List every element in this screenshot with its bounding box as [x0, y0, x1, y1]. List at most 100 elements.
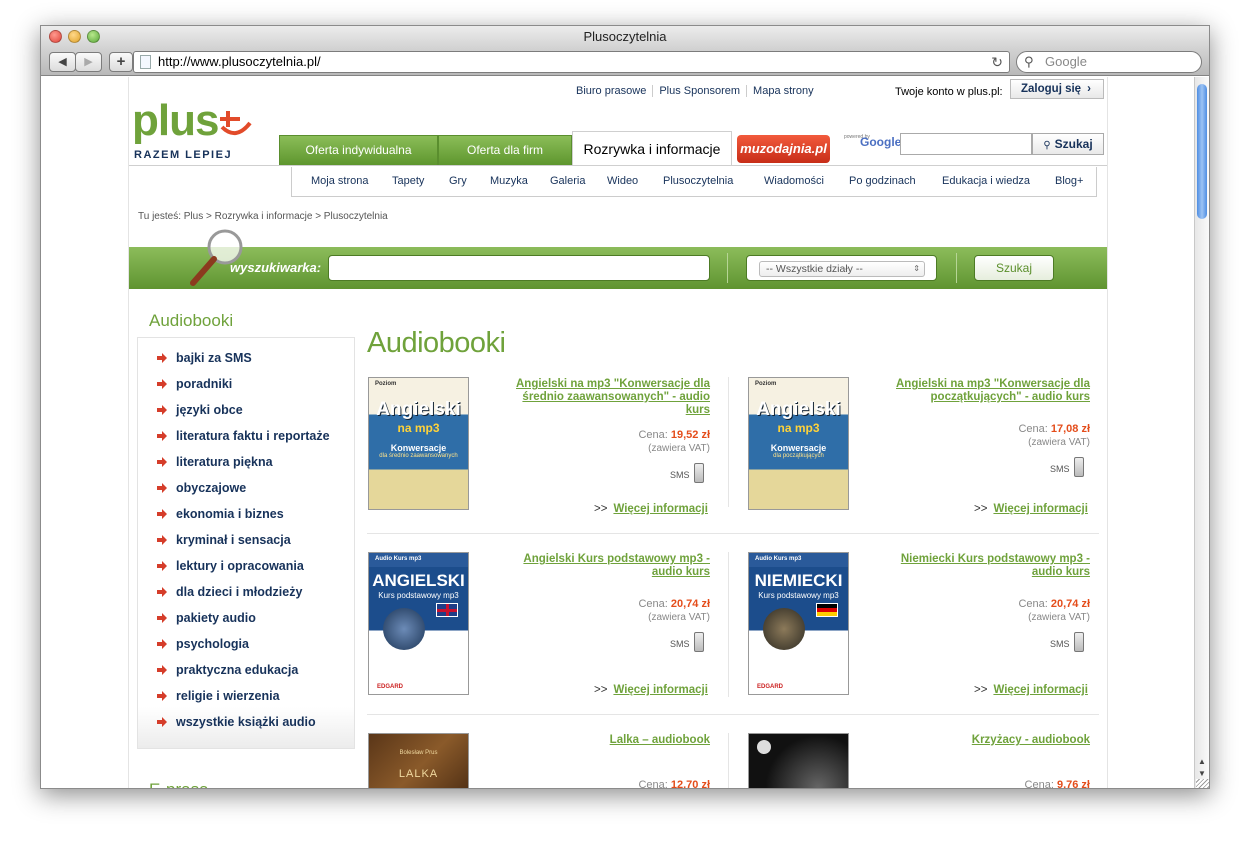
product-title[interactable]: Niemiecki Kurs podstawowy mp3 - audio ku… — [901, 553, 1090, 578]
more-label[interactable]: Więcej informacji — [993, 503, 1087, 515]
sidebar-item-dzieci[interactable]: dla dzieci i młodzieży — [176, 585, 302, 599]
more-info-link[interactable]: >> Więcej informacji — [974, 684, 1088, 696]
sidebar-heading: Audiobooki — [149, 311, 234, 330]
top-link-sponsor[interactable]: Plus Sponsorem — [653, 85, 748, 97]
login-button[interactable]: Zaloguj się › — [1010, 79, 1104, 99]
more-label[interactable]: Więcej informacji — [613, 503, 707, 515]
subnav-wiadomosci[interactable]: Wiadomości — [764, 175, 824, 187]
phone-icon[interactable] — [694, 463, 704, 483]
price-label: Cena: — [638, 598, 668, 610]
phone-icon[interactable] — [1074, 632, 1084, 652]
product-title-link[interactable]: Lalka – audiobook — [499, 734, 710, 747]
subnav-plusoczytelnia[interactable]: Plusoczytelnia — [663, 175, 733, 187]
phone-icon[interactable] — [1074, 457, 1084, 477]
more-info-link[interactable]: >> Więcej informacji — [974, 503, 1088, 515]
sidebar-item-pakiety[interactable]: pakiety audio — [176, 611, 256, 625]
top-link-biuro[interactable]: Biuro prasowe — [570, 85, 654, 97]
reload-icon[interactable]: ↻ — [991, 52, 1003, 72]
product-title-link[interactable]: Angielski na mp3 "Konwersacje dla począt… — [879, 378, 1090, 404]
google-search-input[interactable] — [900, 133, 1032, 155]
column-divider — [728, 552, 729, 697]
sidebar-item-wszystkie[interactable]: wszystkie książki audio — [176, 715, 316, 729]
sidebar-item-literatura-faktu[interactable]: literatura faktu i reportaże — [176, 429, 330, 443]
minimize-window-button[interactable] — [68, 30, 81, 43]
cover-logo-icon — [757, 740, 771, 754]
tab-oferta-indywidualna[interactable]: Oferta indywidualna — [279, 135, 438, 165]
subnav-gry[interactable]: Gry — [449, 175, 467, 187]
more-info-link[interactable]: >> Więcej informacji — [594, 503, 708, 515]
product-cover[interactable]: Bolesław Prus LALKA — [368, 733, 469, 788]
more-info-link[interactable]: >> Więcej informacji — [594, 684, 708, 696]
plus-logo[interactable]: plus RAZEM LEPIEJ — [132, 99, 252, 161]
product-title[interactable]: Angielski na mp3 "Konwersacje dla począt… — [896, 378, 1090, 403]
scroll-thumb[interactable] — [1197, 84, 1207, 219]
back-button[interactable]: ◀ — [49, 52, 76, 72]
product-cover[interactable]: Audio Kurs mp3 ANGIELSKI Kurs podstawowy… — [368, 552, 469, 695]
category-select-value: -- Wszystkie działy -- — [766, 263, 863, 275]
more-label[interactable]: Więcej informacji — [993, 684, 1087, 696]
google-search-button[interactable]: ⚲ Szukaj — [1032, 133, 1104, 155]
phone-icon[interactable] — [694, 632, 704, 652]
sidebar-item-edukacja[interactable]: praktyczna edukacja — [176, 663, 298, 677]
sidebar-item-obyczajowe[interactable]: obyczajowe — [176, 481, 246, 495]
resize-grip-icon[interactable] — [1196, 779, 1209, 788]
category-select[interactable]: -- Wszystkie działy -- ⇕ — [759, 261, 925, 277]
subnav-wideo[interactable]: Wideo — [607, 175, 638, 187]
subnav-tapety[interactable]: Tapety — [392, 175, 424, 187]
scroll-down-arrow-icon[interactable]: ▼ — [1198, 769, 1206, 778]
add-bookmark-button[interactable]: + — [109, 52, 133, 72]
product-cover[interactable] — [748, 733, 849, 788]
tab-oferta-dla-firm[interactable]: Oferta dla firm — [438, 135, 572, 165]
product-title-link[interactable]: Angielski Kurs podstawowy mp3 - audio ku… — [499, 553, 710, 579]
sidebar-item-bajki[interactable]: bajki za SMS — [176, 351, 252, 365]
product-title[interactable]: Krzyżacy - audiobook — [972, 734, 1090, 746]
product-title[interactable]: Angielski na mp3 "Konwersacje dla średni… — [516, 378, 710, 416]
vat-note: (zawiera VAT) — [648, 612, 710, 623]
more-label[interactable]: Więcej informacji — [613, 684, 707, 696]
top-link-mapa[interactable]: Mapa strony — [747, 85, 820, 97]
muzodajnia-logo[interactable]: muzodajnia.pl — [737, 135, 830, 163]
product-cover[interactable]: Poziom Angielski na mp3 Konwersacje dla … — [368, 377, 469, 510]
tab-label: Oferta indywidualna — [305, 143, 412, 157]
subnav-galeria[interactable]: Galeria — [550, 175, 585, 187]
subnav-muzyka[interactable]: Muzyka — [490, 175, 528, 187]
page: Biuro prasowe Plus Sponsorem Mapa strony T… — [128, 77, 1108, 789]
address-bar[interactable]: http://www.plusoczytelnia.pl/ ↻ — [133, 51, 1010, 73]
product-cover[interactable]: Audio Kurs mp3 NIEMIECKI Kurs podstawowy… — [748, 552, 849, 695]
vertical-scrollbar[interactable]: ▲ ▼ — [1194, 77, 1209, 788]
cover-sub-text: Konwersacje — [770, 443, 827, 453]
product-title-link[interactable]: Angielski na mp3 "Konwersacje dla średni… — [499, 378, 710, 417]
sidebar-item-jezyki[interactable]: języki obce — [176, 403, 243, 417]
sidebar-item-ekonomia[interactable]: ekonomia i biznes — [176, 507, 284, 521]
price-value: 9,76 zł — [1056, 779, 1090, 789]
subnav-edukacja[interactable]: Edukacja i wiedza — [942, 175, 1030, 187]
sidebar-item-literatura-piekna[interactable]: literatura piękna — [176, 455, 273, 469]
sidebar-item-poradniki[interactable]: poradniki — [176, 377, 232, 391]
subnav-blog[interactable]: Blog+ — [1055, 175, 1083, 187]
browser-search-field[interactable]: ⚲ Google — [1016, 51, 1202, 73]
window-title: Plusoczytelnia — [583, 29, 667, 44]
close-window-button[interactable] — [49, 30, 62, 43]
subnav-moja-strona[interactable]: Moja strona — [311, 175, 368, 187]
breadcrumb: Tu jesteś: Plus > Rozrywka i informacje … — [138, 211, 388, 222]
browser-window: Plusoczytelnia ◀ ▶ + http://www.plusoczy… — [40, 25, 1210, 789]
zoom-window-button[interactable] — [87, 30, 100, 43]
product-title-link[interactable]: Krzyżacy - audiobook — [879, 734, 1090, 747]
sidebar-item-lektury[interactable]: lektury i opracowania — [176, 559, 304, 573]
sidebar-item-psychologia[interactable]: psychologia — [176, 637, 249, 651]
product-title[interactable]: Angielski Kurs podstawowy mp3 - audio ku… — [523, 553, 710, 578]
search-bar: wyszukiwarka: -- Wszystkie działy -- ⇕ Sz… — [129, 229, 1107, 289]
tab-label: Oferta dla firm — [466, 143, 544, 157]
forward-button[interactable]: ▶ — [75, 52, 102, 72]
product-cover[interactable]: Poziom Angielski na mp3 Konwersacje dla … — [748, 377, 849, 510]
product-title[interactable]: Lalka – audiobook — [610, 734, 710, 746]
search-submit-button[interactable]: Szukaj — [974, 255, 1054, 281]
vat-note: (zawiera VAT) — [1028, 612, 1090, 623]
subnav-po-godzinach[interactable]: Po godzinach — [849, 175, 916, 187]
sidebar-item-kryminal[interactable]: kryminał i sensacja — [176, 533, 291, 547]
tab-rozrywka[interactable]: Rozrywka i informacje — [572, 131, 732, 165]
search-input[interactable] — [328, 255, 710, 281]
sidebar-item-religie[interactable]: religie i wierzenia — [176, 689, 280, 703]
product-title-link[interactable]: Niemiecki Kurs podstawowy mp3 - audio ku… — [879, 553, 1090, 579]
scroll-up-arrow-icon[interactable]: ▲ — [1198, 757, 1206, 766]
